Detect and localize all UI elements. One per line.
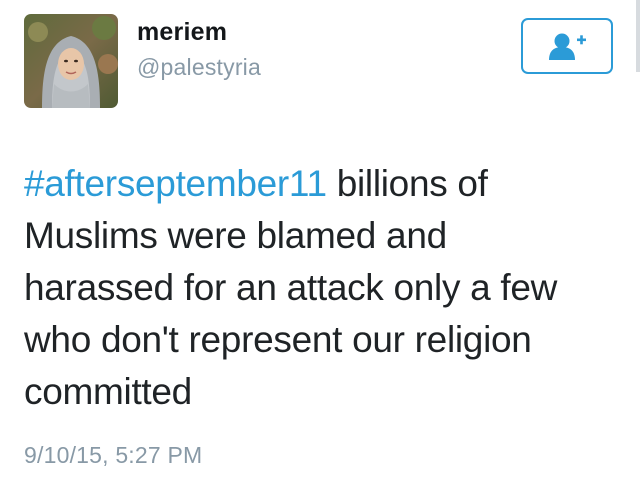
profile-photo-icon — [24, 14, 118, 108]
tweet-line: harassed for an attack only a few — [24, 267, 558, 308]
display-name[interactable]: meriem — [137, 18, 227, 47]
tweet-line: Muslims were blamed and — [24, 215, 447, 256]
timestamp: 9/10/15, 5:27 PM — [24, 442, 203, 468]
add-user-icon — [549, 33, 586, 60]
avatar[interactable] — [24, 14, 118, 108]
tweet-text: #afterseptember11 billions of Muslims we… — [24, 158, 624, 418]
tweet-line: #afterseptember11 billions of — [24, 158, 624, 210]
tweet-line: who don't represent our religion — [24, 319, 532, 360]
tweet-text-segment: billions of — [326, 163, 488, 204]
scrollbar[interactable] — [636, 0, 640, 72]
hashtag-link[interactable]: #afterseptember11 — [24, 163, 327, 204]
user-handle[interactable]: @palestyria — [137, 54, 261, 81]
tweet-line: committed — [24, 371, 192, 412]
tweet-card: meriem @palestyria #afterseptember11 bil… — [0, 0, 640, 481]
follow-button[interactable] — [521, 18, 613, 74]
